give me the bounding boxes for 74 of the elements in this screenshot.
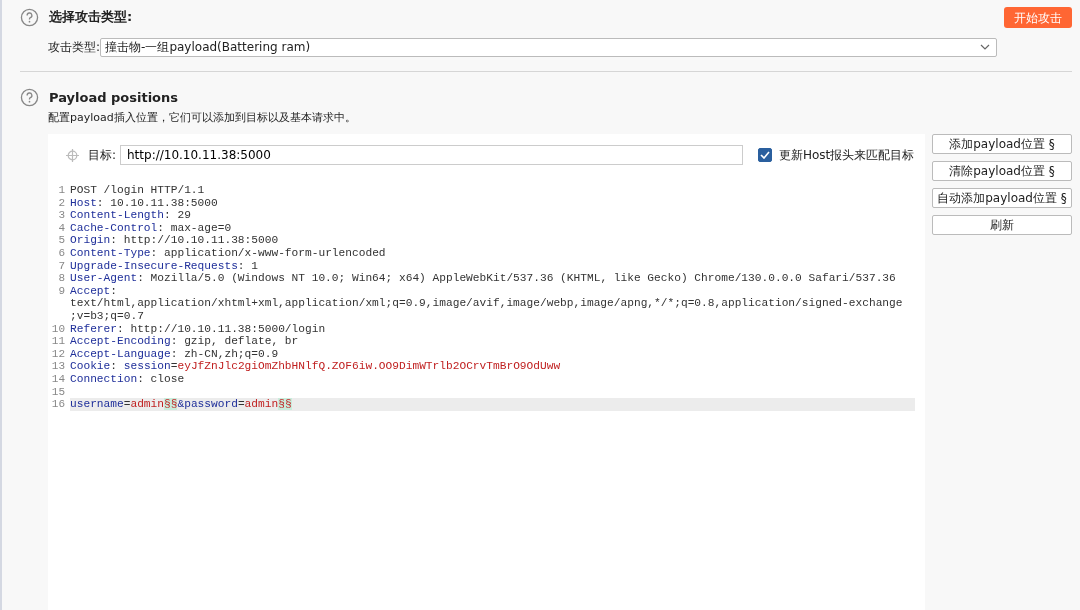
attack-type-dropdown[interactable]: 撞击物-一组payload(Battering ram) (100, 37, 998, 57)
code-text: : max-age=0 (157, 221, 232, 234)
line-number: 2 (57, 196, 66, 210)
checkbox[interactable] (758, 148, 772, 162)
header-name: session (123, 360, 171, 373)
line-number: 11 (50, 335, 66, 348)
code-text: : http://10.10.11.38:5000 (110, 234, 279, 247)
line-number: 16 (50, 398, 66, 411)
code-text: : 1 (237, 259, 258, 272)
header-name: Cache-Control (70, 221, 158, 234)
line-number: 5 (57, 234, 66, 247)
line-number: 15 (50, 385, 66, 399)
payload-marker: §§ (164, 398, 178, 411)
code-text: : (110, 284, 117, 297)
header-name: username (70, 398, 124, 411)
header-name: Content-Type (70, 246, 151, 259)
line-number: 6 (57, 246, 66, 260)
code-text: = (237, 398, 245, 411)
crosshair-icon (66, 148, 79, 162)
help-icon[interactable] (20, 7, 39, 27)
section-title: 选择攻击类型: (49, 8, 134, 26)
header-name: Accept-Language (70, 347, 171, 360)
code-text: POST /login HTTP/1.1 (70, 184, 205, 196)
value-text: admin (244, 398, 279, 411)
action-button[interactable]: 刷新 (932, 215, 1072, 235)
code-text: = (170, 360, 178, 373)
line-number: 4 (57, 221, 66, 235)
code-text: : 29 (164, 209, 191, 222)
header-name: User-Agent (70, 272, 138, 285)
help-icon[interactable] (20, 87, 39, 107)
code-text: = (123, 398, 131, 411)
line-number: 12 (50, 347, 66, 361)
header-name: Host (70, 196, 97, 209)
request-editor[interactable] (48, 134, 925, 610)
value-text: eyJfZnJlc2giOmZhbHNlfQ.ZOF6iw.OO9DimWTrlb2OCrvTmBrO9OdUww (177, 360, 561, 373)
code-text: : http://10.10.11.38:5000/login (117, 322, 326, 335)
code-text: : zh-CN,zh;q=0.9 (170, 347, 279, 360)
header-name: Accept (70, 284, 111, 297)
header-name: Referer (70, 322, 117, 335)
header-name: Accept-Encoding (70, 335, 171, 348)
section-title: Payload positions (49, 89, 180, 105)
line-number: 1 (57, 184, 66, 197)
action-button[interactable]: 添加payload位置 § (932, 134, 1072, 154)
action-button[interactable]: 清除payload位置 § (932, 161, 1072, 181)
line-number: 8 (57, 272, 66, 285)
line-number: 3 (57, 209, 66, 222)
code-text: : gzip, deflate, br (170, 335, 299, 348)
code-text: ;v=b3;q=0.7 (70, 309, 144, 322)
line-number: 7 (57, 259, 66, 273)
code-text: : Mozilla/5.0 (Windows NT 10.0; Win64; x64) AppleWebKit/537.36 (KHTML, like Gecko) Chrome/130.0.0.0 Safari/537.36 (137, 272, 896, 285)
code-text: : (110, 360, 118, 373)
value-text: admin (130, 398, 164, 411)
payload-marker: §§ (278, 398, 292, 411)
target-label: 目标: (88, 146, 118, 164)
code-text: text/html,application/xhtml+xml,application/xml;q=0.9,image/avif,image/webp,image/apng,*/*;q=0.8,application/signed-exchange (70, 297, 903, 310)
chevron-down-icon (980, 44, 991, 50)
header-name: Upgrade-Insecure-Requests (70, 259, 238, 272)
attack-type-label: 攻击类型: (48, 38, 101, 56)
target-field[interactable]: http://10.10.11.38:5000 (120, 145, 743, 165)
action-button[interactable]: 自动添加payload位置 § (932, 188, 1072, 208)
line-number: 10 (50, 322, 66, 336)
header-name: Connection (70, 372, 138, 385)
header-name: Content-Length (70, 209, 164, 222)
line-number: 13 (50, 360, 66, 373)
section-description: 配置payload插入位置，它们可以添加到目标以及基本请求中。 (47, 110, 357, 125)
header-name: Cookie (70, 360, 111, 373)
header-name: Origin (70, 234, 111, 247)
header-name: &password (177, 398, 238, 411)
line-number: 9 (57, 284, 66, 298)
update-host-label[interactable]: 更新Host报头来匹配目标 (779, 146, 915, 164)
line-number: 14 (50, 372, 66, 386)
code-text: : application/x-www-form-urlencoded (150, 246, 386, 259)
code-text: : 10.10.11.38:5000 (96, 196, 218, 209)
code-text: : close (137, 372, 185, 385)
